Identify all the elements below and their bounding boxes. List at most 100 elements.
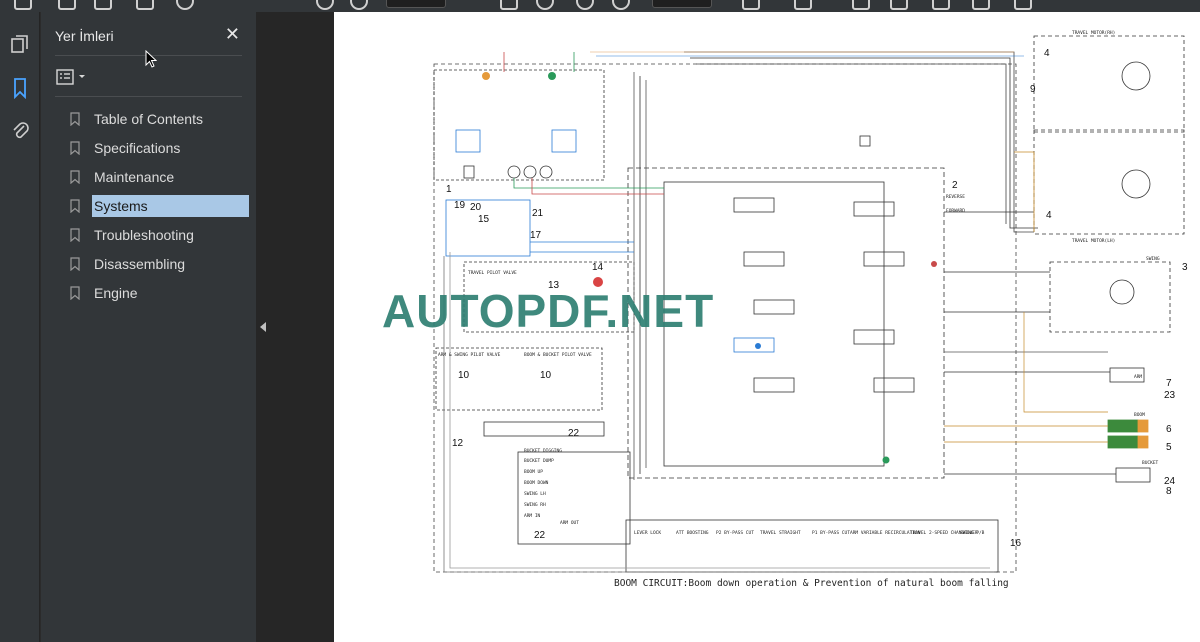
panel-title: Yer İmleri (55, 28, 114, 44)
bookmark-label: Table of Contents (94, 110, 203, 127)
zoom-field[interactable] (652, 0, 712, 8)
bookmark-label: Troubleshooting (94, 226, 194, 243)
label-forward: FORWARD (946, 208, 965, 214)
edit-icon[interactable] (972, 0, 990, 10)
left-rail (0, 12, 40, 642)
callout-5: 5 (1166, 442, 1172, 453)
search-icon[interactable] (176, 0, 194, 10)
bookmark-options-button[interactable] (55, 66, 91, 88)
callout-7: 7 (1166, 378, 1172, 389)
bookmark-label: Maintenance (94, 168, 175, 185)
callout-15: 15 (478, 214, 490, 225)
label-swing-rh: SWING RH (524, 502, 546, 508)
callout-24: 24 (1164, 476, 1176, 487)
label-travel-motor-lh: TRAVEL MOTOR(LH) (1072, 238, 1115, 244)
label-arm-swing-pilot: ARM & SWING PILOT VALVE (438, 352, 501, 358)
scroll-mode-icon[interactable] (794, 0, 812, 10)
zoom-in-icon[interactable] (612, 0, 630, 10)
list-options-icon (56, 69, 85, 85)
bookmark-label: Disassembling (94, 255, 186, 272)
bookmark-maintenance[interactable]: Maintenance (67, 162, 252, 191)
watermark-text: AUTOPDF.NET (382, 285, 715, 337)
callout-3: 3 (1182, 262, 1188, 273)
callout-23: 23 (1164, 390, 1176, 401)
bookmark-table-of-contents[interactable]: Table of Contents (67, 104, 252, 133)
label-bucket-dump: BUCKET DUMP (524, 458, 554, 464)
label-bucket-digging: BUCKET DIGGING (524, 448, 562, 454)
label-boom-bucket-pilot: BOOM & BUCKET PILOT VALVE (524, 352, 592, 358)
page-up-icon[interactable] (316, 0, 334, 10)
bookmark-engine[interactable]: Engine (67, 278, 252, 307)
collapse-arrow-icon[interactable] (260, 322, 266, 332)
callout-12: 12 (452, 438, 464, 449)
callout-4a: 4 (1044, 48, 1050, 59)
callout-8: 8 (1166, 486, 1172, 497)
panel-divider-2 (55, 96, 242, 97)
bookmark-item-icon (70, 140, 80, 155)
callout-14: 14 (592, 262, 604, 273)
label-lever-lock: LEVER LOCK (634, 530, 661, 536)
page-number-field[interactable] (386, 0, 446, 8)
bookmark-item-icon (70, 111, 80, 126)
callout-22a: 22 (568, 428, 580, 439)
label-att-boosting: ATT BOOSTING (676, 530, 709, 536)
zoom-out-icon[interactable] (576, 0, 594, 10)
attachment-icon[interactable] (8, 118, 32, 142)
share-icon[interactable] (1014, 0, 1032, 10)
label-arm-out: ARM OUT (560, 520, 579, 526)
label-travel-straight: TRAVEL STRAIGHT (760, 530, 801, 536)
bookmark-item-icon (70, 285, 80, 300)
bookmark-add-icon[interactable] (58, 0, 76, 10)
bookmark-icon[interactable] (8, 76, 32, 100)
comment-icon[interactable] (852, 0, 870, 10)
label-swing-pb: SWING P/B (960, 530, 985, 536)
pdf-page: 1 2 3 4 4 5 6 7 8 9 10 10 12 13 14 15 16… (334, 12, 1200, 642)
callout-4b: 4 (1046, 210, 1052, 221)
page-down-icon[interactable] (350, 0, 368, 10)
label-travel-pilot-valve: TRAVEL PILOT VALVE (468, 270, 517, 276)
bookmark-disassembling[interactable]: Disassembling (67, 249, 252, 278)
label-p2-bypass-cut: P2 BY-PASS CUT (716, 530, 754, 536)
save-icon[interactable] (14, 0, 32, 10)
label-swing: SWING (1146, 256, 1160, 262)
label-p1-bypass-cut: P1 BY-PASS CUT (812, 530, 850, 536)
pages-icon[interactable] (8, 32, 32, 56)
bookmark-specifications[interactable]: Specifications (67, 133, 252, 162)
bookmark-item-icon (70, 198, 80, 213)
callout-21: 21 (532, 208, 544, 219)
callout-10a: 10 (458, 370, 470, 381)
panel-splitter[interactable] (256, 12, 270, 642)
label-arm-in: ARM IN (524, 513, 541, 519)
callout-10b: 10 (540, 370, 552, 381)
label-bucket: BUCKET (1142, 460, 1159, 466)
bookmark-item-icon (70, 256, 80, 271)
bookmark-troubleshooting[interactable]: Troubleshooting (67, 220, 252, 249)
label-reverse: REVERSE (946, 194, 965, 200)
callout-9: 9 (1030, 84, 1036, 95)
callout-1: 1 (446, 184, 452, 195)
bookmark-item-icon (70, 169, 80, 184)
print-icon[interactable] (136, 0, 154, 10)
sign-icon[interactable] (932, 0, 950, 10)
bookmark-item-icon (70, 227, 80, 242)
callout-19: 19 (454, 200, 466, 211)
label-boom-up: BOOM UP (524, 469, 543, 475)
bookmark-label: Engine (94, 284, 138, 301)
document-viewport[interactable]: 1 2 3 4 4 5 6 7 8 9 10 10 12 13 14 15 16… (270, 12, 1200, 642)
top-toolbar (0, 0, 1200, 12)
callout-2: 2 (952, 180, 958, 191)
label-boom: BOOM (1134, 412, 1145, 418)
callout-20: 20 (470, 202, 482, 213)
fit-page-icon[interactable] (742, 0, 760, 10)
select-tool-icon[interactable] (500, 0, 518, 10)
upload-icon[interactable] (94, 0, 112, 10)
hand-tool-icon[interactable] (536, 0, 554, 10)
callout-22b: 22 (534, 530, 546, 541)
mouse-cursor-icon (145, 50, 157, 68)
close-icon[interactable]: ✕ (225, 24, 240, 44)
bookmark-systems[interactable]: Systems (67, 191, 252, 220)
highlight-icon[interactable] (890, 0, 908, 10)
label-swing-lh: SWING LH (524, 491, 546, 497)
label-travel-motor-rh: TRAVEL MOTOR(RH) (1072, 30, 1115, 36)
callout-17: 17 (530, 230, 542, 241)
